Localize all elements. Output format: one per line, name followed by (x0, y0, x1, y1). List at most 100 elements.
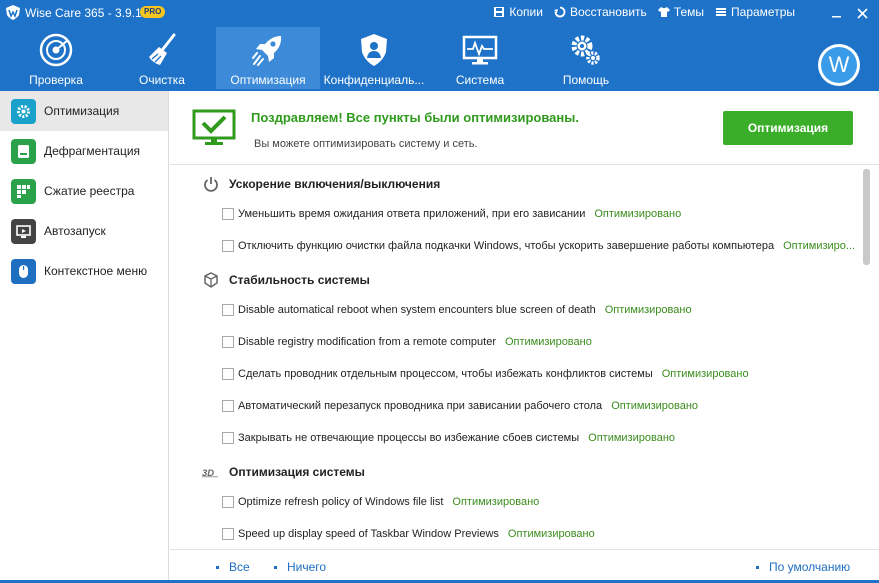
default-link[interactable]: По умолчанию (756, 560, 850, 574)
item-checkbox[interactable] (222, 432, 234, 444)
nav-tab-privacy[interactable]: Конфиденциаль... (322, 27, 426, 89)
section-title: Оптимизация системы (229, 464, 365, 479)
nav-tab-clean[interactable]: Очистка (110, 27, 214, 89)
item-status: Оптимизировано (504, 336, 592, 348)
section-header: 3D Оптимизация системы (202, 463, 365, 480)
app-title: Wise Care 365 - 3.9.1 (25, 6, 142, 20)
item-status: Оптимизировано (611, 400, 699, 412)
user-avatar[interactable]: W (818, 44, 860, 86)
default-label: По умолчанию (769, 560, 851, 574)
status-banner: Поздравляем! Все пункты были оптимизиров… (170, 91, 879, 165)
gears-icon (571, 35, 600, 65)
restore-button[interactable]: Восстановить (553, 5, 647, 19)
nav-label-help: Помощь (562, 73, 610, 87)
nav-tab-help[interactable]: Помощь (534, 27, 638, 89)
minimize-icon (831, 15, 841, 17)
shirt-icon (657, 7, 670, 17)
list-item: Отключить функцию очистки файла подкачки… (222, 240, 855, 252)
window-controls (823, 2, 875, 24)
item-text: Disable registry modification from a rem… (238, 336, 496, 348)
pro-badge: PRO (140, 6, 166, 18)
broom-icon (149, 33, 176, 65)
list-item: Optimize refresh policy of Windows file … (222, 496, 539, 508)
sidebar-label-context-menu: Контекстное меню (44, 264, 148, 278)
sidebar-item-registry[interactable]: Сжатие реестра (0, 171, 168, 211)
nav-tab-optimize[interactable]: Оптимизация (216, 27, 320, 89)
item-checkbox[interactable] (222, 368, 234, 380)
settings-label: Параметры (731, 5, 795, 19)
item-status: Оптимизировано (594, 208, 682, 220)
select-all-label: Все (229, 560, 250, 574)
backup-button[interactable]: Копии (493, 5, 543, 19)
optimization-list: Ускорение включения/выключения Уменьшить… (170, 166, 879, 549)
sidebar-item-context-menu[interactable]: Контекстное меню (0, 251, 168, 291)
themes-label: Темы (673, 5, 705, 19)
section-header: Стабильность системы (202, 271, 370, 288)
registry-icon (11, 178, 36, 204)
item-checkbox[interactable] (222, 304, 234, 316)
sidebar-item-defrag[interactable]: Дефрагментация (0, 131, 168, 171)
cube-icon (202, 271, 219, 288)
sidebar-label-defrag: Дефрагментация (44, 144, 141, 158)
section-title: Стабильность системы (229, 272, 370, 287)
minimize-button[interactable] (823, 2, 849, 24)
disk-icon (11, 138, 36, 164)
power-icon (202, 175, 219, 192)
header-bar: Wise Care 365 - 3.9.1 PRO Копии Восстано… (0, 0, 879, 91)
item-status: Оптимизировано (661, 368, 749, 380)
item-checkbox[interactable] (222, 336, 234, 348)
item-checkbox[interactable] (222, 208, 234, 220)
main-nav: Проверка Очистка Оптимизация Конфиденциа… (4, 27, 640, 89)
close-button[interactable] (849, 2, 875, 24)
list-item: Уменьшить время ожидания ответа приложен… (222, 208, 681, 220)
section-title: Ускорение включения/выключения (229, 176, 441, 191)
nav-label-clean: Очистка (139, 73, 185, 87)
item-text: Автоматический перезапуск проводника при… (238, 400, 603, 412)
rocket-icon (252, 36, 282, 66)
sidebar-item-optimize[interactable]: Оптимизация (0, 91, 168, 131)
gear-icon (11, 98, 36, 124)
item-checkbox[interactable] (222, 496, 234, 508)
item-status: Оптимизировано (604, 304, 692, 316)
nav-label-privacy: Конфиденциаль... (323, 73, 425, 87)
section-header: Ускорение включения/выключения (202, 175, 440, 192)
select-none-link[interactable]: Ничего (274, 560, 326, 574)
list-item: Speed up display speed of Taskbar Window… (222, 528, 595, 540)
nav-tab-check[interactable]: Проверка (4, 27, 108, 89)
item-text: Уменьшить время ожидания ответа приложен… (238, 208, 586, 220)
list-item: Сделать проводник отдельным процессом, ч… (222, 368, 749, 380)
sidebar-label-startup: Автозапуск (44, 224, 106, 238)
banner-subtitle: Вы можете оптимизировать систему и сеть. (254, 138, 478, 150)
item-text: Optimize refresh policy of Windows file … (238, 496, 444, 508)
select-all-link[interactable]: Все (216, 560, 250, 574)
item-checkbox[interactable] (222, 528, 234, 540)
item-text: Disable automatical reboot when system e… (238, 304, 596, 316)
app-logo-icon (6, 5, 20, 20)
nav-label-check: Проверка (29, 73, 83, 87)
list-item: Disable registry modification from a rem… (222, 336, 592, 348)
item-text: Сделать проводник отдельным процессом, ч… (238, 368, 653, 380)
item-checkbox[interactable] (222, 240, 234, 252)
list-item: Закрывать не отвечающие процессы во избе… (222, 432, 675, 444)
menu-icon (716, 8, 727, 16)
shield-user-icon (361, 34, 387, 66)
item-text: Отключить функцию очистки файла подкачки… (238, 240, 775, 252)
item-status: Оптимизиро... (783, 240, 856, 252)
title-actions: Копии Восстановить Темы Параметры (493, 5, 795, 19)
restore-icon (553, 6, 566, 18)
banner-title: Поздравляем! Все пункты были оптимизиров… (251, 110, 579, 125)
nav-tab-system[interactable]: Система (428, 27, 532, 89)
monitor-icon (462, 35, 498, 65)
backup-label: Копии (509, 5, 543, 19)
restore-label: Восстановить (569, 5, 647, 19)
sidebar-label-optimize: Оптимизация (44, 104, 120, 118)
list-scrollbar[interactable] (863, 169, 870, 265)
backup-icon (494, 7, 505, 17)
themes-button[interactable]: Темы (657, 5, 705, 19)
sidebar-item-startup[interactable]: Автозапуск (0, 211, 168, 251)
startup-monitor-icon (11, 218, 36, 244)
item-checkbox[interactable] (222, 400, 234, 412)
settings-button[interactable]: Параметры (715, 5, 795, 19)
optimize-button[interactable]: Оптимизация (723, 111, 853, 145)
monitor-check-icon (192, 109, 236, 145)
